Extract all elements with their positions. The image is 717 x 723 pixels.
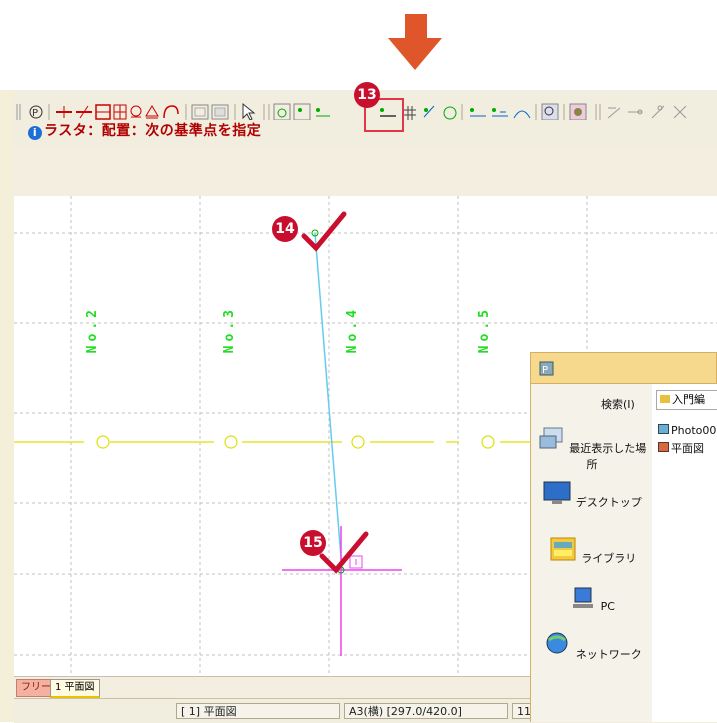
edit3-icon[interactable] xyxy=(651,105,665,119)
places-pane: 検索(I) 最近表示した場所 デスクトップ ライブラリ PC ネットワーク xyxy=(530,384,652,722)
edit2-icon[interactable] xyxy=(628,109,643,115)
place-recent-label: 最近表示した場所 xyxy=(569,442,647,471)
dialog-titlebar[interactable]: P xyxy=(530,352,717,384)
folder-icon xyxy=(660,395,670,403)
line-icon[interactable] xyxy=(56,106,72,118)
file-list: 入門編 Photo00 平面図 xyxy=(652,384,717,722)
offset-icon[interactable] xyxy=(470,108,486,117)
image-file-icon xyxy=(658,424,669,434)
circle-snap-icon[interactable] xyxy=(443,106,457,120)
pin2-icon[interactable] xyxy=(145,105,159,119)
info-icon: i xyxy=(28,126,42,140)
point-icon[interactable] xyxy=(293,103,311,120)
status-paper: A3(横) [297.0/420.0] xyxy=(344,703,508,719)
place-desktop-label: デスクトップ xyxy=(575,496,642,509)
station-label-2: No.2 xyxy=(85,306,100,354)
file-dialog: P 検索(I) 最近表示した場所 デスクトップ ライブラリ PC ネットワーク … xyxy=(530,352,717,722)
left-border xyxy=(0,90,15,722)
down-arrow-icon xyxy=(388,14,442,70)
rect-icon[interactable] xyxy=(95,104,111,120)
app-window: P i ラスタ：配置：次の基準点を指定 No.2 No.3 No.4 No.5 … xyxy=(0,82,717,723)
grid-snap-icon[interactable] xyxy=(404,106,416,120)
place-pc[interactable]: PC xyxy=(537,586,647,613)
grid-icon[interactable] xyxy=(113,104,127,120)
vertex-icon[interactable] xyxy=(316,108,330,117)
place-pc-label: PC xyxy=(600,600,615,613)
track-line xyxy=(314,232,343,571)
file-name: 平面図 xyxy=(671,442,704,455)
point-snap-icon[interactable] xyxy=(273,103,291,120)
pin-icon[interactable] xyxy=(130,105,142,118)
place-library[interactable]: ライブラリ xyxy=(537,534,647,566)
place-network-label: ネットワーク xyxy=(575,648,642,661)
tangent-icon[interactable] xyxy=(423,105,435,118)
box-icon[interactable] xyxy=(191,104,209,120)
place-recent[interactable]: 最近表示した場所 xyxy=(537,426,647,472)
recent-places-icon xyxy=(539,427,563,449)
station-label-3: No.3 xyxy=(222,306,237,354)
place-library-label: ライブラリ xyxy=(581,552,637,565)
library-icon xyxy=(550,537,576,561)
desktop-icon xyxy=(543,481,571,504)
place-network[interactable]: ネットワーク xyxy=(537,630,647,662)
measure-icon[interactable] xyxy=(492,108,508,117)
status-layer: [ 1] 平面図 xyxy=(176,703,340,719)
callout-14: 14 xyxy=(272,216,298,242)
image-file-icon xyxy=(658,442,669,452)
search-field-value: 入門編 xyxy=(672,393,705,406)
snap-icon[interactable] xyxy=(76,105,92,119)
station-label-4: No.4 xyxy=(345,306,360,354)
command-status-text: ラスタ：配置：次の基準点を指定 xyxy=(44,123,262,139)
edit1-icon[interactable] xyxy=(607,107,621,119)
command-entry-bar[interactable] xyxy=(14,146,717,197)
search-field[interactable]: 入門編 xyxy=(656,390,717,410)
box2-icon[interactable] xyxy=(211,104,229,120)
callout-15: 15 xyxy=(300,530,326,556)
curve-icon[interactable] xyxy=(163,105,179,119)
station-label-5: No.5 xyxy=(477,306,492,354)
file-name: Photo00 xyxy=(671,424,717,437)
file-item[interactable]: Photo00 xyxy=(658,424,716,437)
edit4-icon[interactable] xyxy=(673,105,687,119)
svg-text:P: P xyxy=(32,108,38,119)
road-centerline xyxy=(14,435,544,449)
zoom-icon[interactable] xyxy=(541,103,559,120)
pc-icon xyxy=(573,587,594,608)
arc-icon[interactable] xyxy=(513,110,531,119)
check-icon-14 xyxy=(301,211,347,252)
search-label: 検索(I) xyxy=(601,398,635,411)
cursor-icon[interactable]: P xyxy=(29,105,43,119)
callout-13: 13 xyxy=(354,82,380,108)
layer-icon[interactable] xyxy=(569,103,587,120)
command-status: i ラスタ：配置：次の基準点を指定 xyxy=(28,120,261,140)
file-item[interactable]: 平面図 xyxy=(658,440,704,456)
svg-text:P: P xyxy=(542,365,548,376)
app-icon: P xyxy=(539,361,554,376)
tab-plan[interactable]: 1 平面図 xyxy=(50,679,100,698)
place-desktop[interactable]: デスクトップ xyxy=(537,480,647,510)
network-icon xyxy=(546,632,568,654)
pointer-icon[interactable] xyxy=(242,102,256,120)
